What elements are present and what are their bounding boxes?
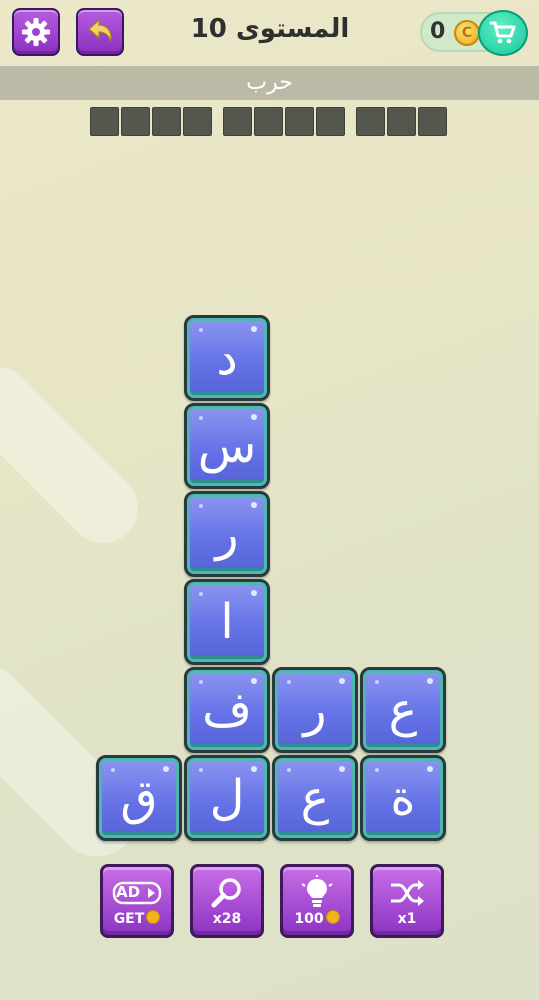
lightbulb-icon (301, 875, 333, 907)
background-stripe (0, 352, 153, 558)
tile-letter: ع (388, 682, 418, 738)
tile-letter: ق (120, 770, 158, 826)
letter-tile[interactable]: ة (360, 755, 446, 841)
answer-slot (356, 107, 385, 136)
top-bar: المستوى 10 0 C (0, 0, 539, 64)
coin-icon (146, 910, 161, 924)
tile-letter: ر (215, 506, 239, 562)
letter-tile[interactable]: ف (184, 667, 270, 753)
tile-letter: ة (390, 770, 416, 826)
letter-tile[interactable]: ل (184, 755, 270, 841)
letter-tile[interactable]: ر (184, 491, 270, 577)
coin-count: 0 (430, 19, 446, 44)
back-button[interactable] (76, 8, 124, 56)
tile-letter: ل (209, 770, 245, 826)
answer-slot (316, 107, 345, 136)
coin-icon: C (454, 20, 480, 46)
tile-letter: ف (202, 682, 252, 738)
clue-text: حرب (246, 70, 293, 95)
magnifier-icon (211, 878, 241, 908)
answer-slot (387, 107, 416, 136)
clue-bar: حرب (0, 66, 539, 100)
undo-arrow-icon (88, 18, 112, 42)
letter-tile[interactable]: س (184, 403, 270, 489)
coin-icon (325, 910, 340, 924)
settings-button[interactable] (12, 8, 60, 56)
tile-letter: ا (220, 594, 234, 650)
answer-slot (254, 107, 283, 136)
answer-slot (121, 107, 150, 136)
shuffle-button[interactable]: x1 (370, 864, 444, 938)
level-title: المستوى 10 (190, 14, 350, 44)
gear-icon (22, 18, 50, 46)
watch-ad-button[interactable]: AD GET (100, 864, 174, 938)
lightbulb-hint-button[interactable]: 100 (280, 864, 354, 938)
letter-tile[interactable]: ق (96, 755, 182, 841)
search-count: x28 (212, 911, 242, 927)
shuffle-icon (391, 880, 424, 906)
cart-icon (489, 21, 516, 44)
shop-button[interactable] (478, 10, 528, 56)
answer-slot (90, 107, 119, 136)
answer-slots (0, 107, 539, 137)
get-label: GET (113, 911, 145, 927)
letter-tile[interactable]: ا (184, 579, 270, 665)
letter-tile[interactable]: ع (360, 667, 446, 753)
tile-letter: ر (303, 682, 327, 738)
answer-slot (152, 107, 181, 136)
ad-label: AD (116, 883, 141, 901)
hint-cost: 100 (294, 911, 324, 927)
letter-tile[interactable]: د (184, 315, 270, 401)
letter-tile[interactable]: ع (272, 755, 358, 841)
answer-slot (418, 107, 447, 136)
answer-slot (223, 107, 252, 136)
answer-slot (285, 107, 314, 136)
letter-tile[interactable]: ر (272, 667, 358, 753)
answer-slot (183, 107, 212, 136)
tile-letter: د (216, 330, 238, 386)
shuffle-count: x1 (397, 911, 417, 927)
tile-letter: ع (300, 770, 330, 826)
tile-letter: س (197, 418, 257, 474)
search-hint-button[interactable]: x28 (190, 864, 264, 938)
